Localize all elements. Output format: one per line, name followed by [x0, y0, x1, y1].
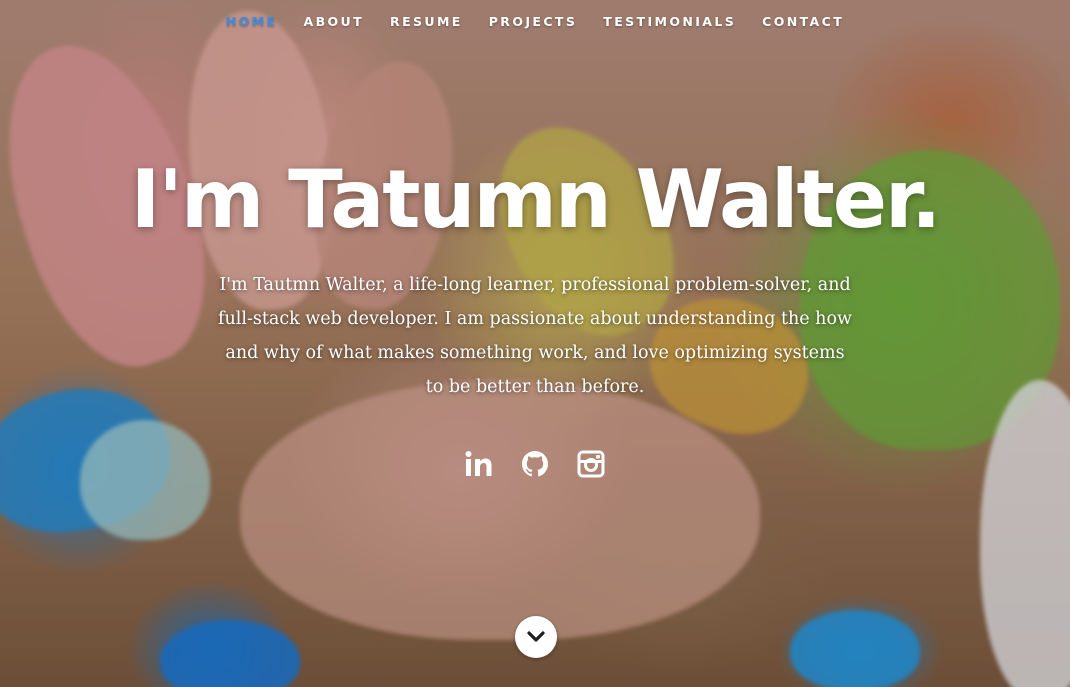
scroll-down-button[interactable] — [515, 616, 557, 658]
nav-testimonials[interactable]: TESTIMONIALS — [603, 14, 736, 29]
linkedin-icon — [465, 451, 492, 476]
chevron-down-icon — [527, 631, 545, 642]
github-icon — [522, 451, 548, 477]
social-links — [0, 446, 1070, 482]
hero-title: I'm Tatumn Walter. — [130, 153, 942, 246]
hero-bio: I'm Tautmn Walter, a life-long learner, … — [218, 275, 852, 397]
nav-contact[interactable]: CONTACT — [762, 14, 844, 29]
linkedin-link[interactable] — [463, 446, 495, 482]
nav-resume[interactable]: RESUME — [390, 14, 463, 29]
nav-projects[interactable]: PROJECTS — [489, 14, 578, 29]
instagram-link[interactable] — [575, 446, 607, 482]
nav-home[interactable]: HOME — [226, 14, 278, 29]
main-nav: HOME ABOUT RESUME PROJECTS TESTIMONIALS … — [0, 0, 1070, 42]
github-link[interactable] — [519, 446, 551, 482]
nav-about[interactable]: ABOUT — [304, 14, 365, 29]
instagram-icon — [577, 450, 605, 478]
